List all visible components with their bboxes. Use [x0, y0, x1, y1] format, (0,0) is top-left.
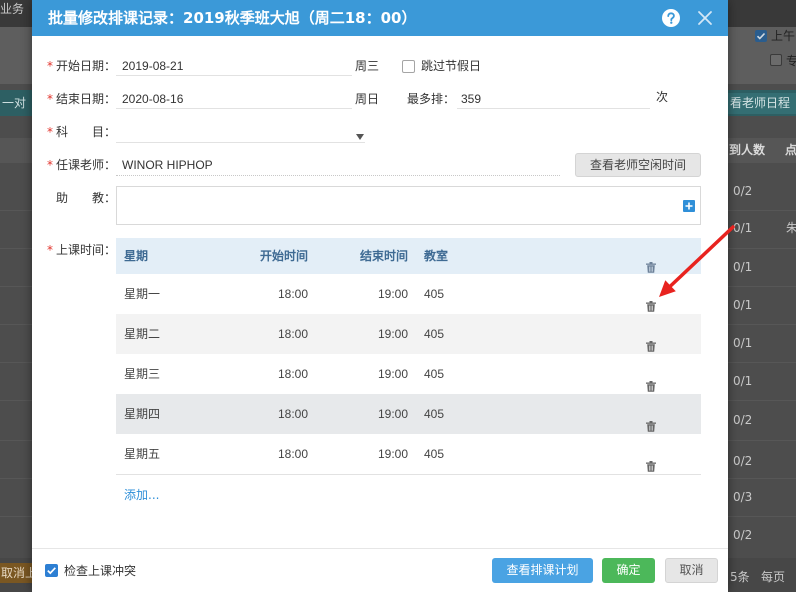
confirm-button[interactable]: 确定 [602, 558, 655, 583]
column-header-end-time: 结束时间 [359, 249, 408, 263]
table-header: 星期 开始时间 结束时间 教室 [116, 238, 701, 274]
teacher-schedule-button[interactable]: 看老师日程 [726, 93, 796, 114]
help-icon[interactable] [662, 9, 680, 27]
start-weekday: 周三 [355, 59, 380, 73]
teacher-label: 任课老师： [56, 158, 117, 172]
assistant-label: 助 教： [56, 191, 117, 205]
skip-holidays-label: 跳过节假日 [421, 59, 482, 73]
plus-icon[interactable] [683, 200, 695, 212]
end-time-cell: 19:00 [377, 447, 408, 461]
trash-icon[interactable] [646, 448, 656, 472]
teacher-free-time-button[interactable]: 查看老师空闲时间 [575, 153, 701, 177]
attendance-cell: 0/2 [733, 454, 753, 468]
subject-select[interactable] [116, 122, 365, 143]
caret-down-icon [356, 129, 364, 140]
end-weekday: 周日 [355, 92, 380, 106]
end-date-label: 结束日期： [56, 92, 117, 106]
morning-filter-label: 上午 [771, 29, 796, 43]
teacher-input[interactable] [116, 155, 560, 176]
dialog-title-bar: 批量修改排课记录：2019秋季班大旭（周二18：00） [32, 0, 728, 36]
table-row[interactable]: 星期三 18:00 19:00 405 [116, 354, 701, 394]
required-mark: * [47, 92, 53, 106]
background-cancel-button[interactable]: 取消上 [0, 563, 32, 583]
table-row[interactable]: 星期一 18:00 19:00 405 [116, 274, 701, 314]
required-mark: * [47, 125, 53, 139]
start-time-cell: 18:00 [277, 447, 308, 461]
batch-edit-dialog: 批量修改排课记录：2019秋季班大旭（周二18：00） * 开始日期： 周三 跳… [32, 0, 728, 592]
pager-count: 5条 [730, 570, 750, 584]
start-time-cell: 18:00 [277, 367, 308, 381]
required-mark: * [47, 59, 53, 73]
attendance-cell: 0/2 [733, 528, 753, 542]
attendance-cell: 0/3 [733, 490, 753, 504]
start-date-input[interactable] [116, 56, 352, 76]
room-cell: 405 [424, 367, 445, 381]
add-schedule-link[interactable]: 添加... [124, 487, 159, 503]
room-cell: 405 [424, 287, 445, 301]
attendance-cell: 0/1 [733, 260, 753, 274]
room-cell: 405 [424, 407, 445, 421]
end-time-cell: 19:00 [377, 327, 408, 341]
side-name-cell: 朱 [786, 221, 796, 235]
start-date-label: 开始日期： [56, 59, 117, 73]
weekday-cell: 星期五 [124, 447, 161, 461]
skip-holidays-checkbox[interactable] [402, 60, 415, 73]
end-time-cell: 19:00 [377, 287, 408, 301]
column-header-room: 教室 [424, 249, 449, 263]
attendance-cell: 0/2 [733, 413, 753, 427]
required-mark: * [47, 158, 53, 172]
attendance-cell: 0/1 [733, 374, 753, 388]
table-row[interactable]: 星期五 18:00 19:00 405 [116, 434, 701, 474]
trash-icon[interactable] [646, 368, 656, 392]
column-header-weekday: 星期 [124, 249, 149, 263]
max-sessions-unit: 次 [656, 90, 669, 104]
end-date-input[interactable] [116, 89, 352, 109]
check-conflict-label: 检查上课冲突 [64, 564, 137, 578]
screen: { "background": { "top_menu_label": "业务"… [0, 0, 796, 592]
weekday-cell: 星期四 [124, 407, 161, 421]
trash-icon[interactable] [646, 251, 656, 273]
start-time-cell: 18:00 [277, 407, 308, 421]
room-cell: 405 [424, 327, 445, 341]
dialog-title: 批量修改排课记录：2019秋季班大旭（周二18：00） [48, 9, 417, 27]
max-sessions-input[interactable] [457, 89, 650, 109]
cancel-button[interactable]: 取消 [665, 558, 718, 583]
weekday-cell: 星期二 [124, 327, 161, 341]
trash-icon[interactable] [646, 288, 656, 312]
max-sessions-label: 最多排： [407, 92, 456, 106]
attendance-cell: 0/1 [733, 336, 753, 350]
table-row[interactable]: 星期二 18:00 19:00 405 [116, 314, 701, 354]
attendance-cell: 0/1 [733, 298, 753, 312]
subject-label: 科 目： [56, 125, 117, 139]
top-menu-label[interactable]: 业务 [0, 2, 24, 16]
second-filter-checkbox[interactable] [770, 54, 782, 66]
morning-filter-checkbox[interactable] [755, 30, 767, 42]
table-row[interactable]: 星期四 18:00 19:00 405 [116, 394, 701, 434]
column-header-start-time: 开始时间 [259, 249, 308, 263]
check-conflict-checkbox[interactable] [45, 564, 58, 577]
close-icon[interactable] [697, 10, 713, 26]
start-time-cell: 18:00 [277, 287, 308, 301]
weekday-cell: 星期三 [124, 367, 161, 381]
trash-icon[interactable] [646, 408, 656, 432]
start-time-cell: 18:00 [277, 327, 308, 341]
schedule-label: 上课时间： [56, 243, 117, 257]
attendance-cell: 0/2 [733, 184, 753, 198]
required-mark: * [47, 243, 53, 257]
end-time-cell: 19:00 [377, 367, 408, 381]
pager-per-page[interactable]: 每页 [761, 570, 785, 584]
second-filter-label: 专 [786, 54, 796, 68]
assistant-field[interactable] [116, 186, 701, 225]
trash-icon[interactable] [646, 328, 656, 352]
end-time-cell: 19:00 [377, 407, 408, 421]
weekday-cell: 星期一 [124, 287, 161, 301]
program-tab[interactable]: 一对 [2, 96, 26, 110]
room-cell: 405 [424, 447, 445, 461]
attendance-column-header[interactable]: 到人数 [729, 143, 765, 157]
footer-divider [32, 548, 728, 549]
schedule-table: 星期 开始时间 结束时间 教室 星期一 18:00 19:00 405 星期二 … [116, 238, 701, 475]
view-schedule-plan-button[interactable]: 查看排课计划 [492, 558, 593, 583]
next-column-header[interactable]: 点 [785, 143, 796, 157]
attendance-cell: 0/1 [733, 221, 753, 235]
